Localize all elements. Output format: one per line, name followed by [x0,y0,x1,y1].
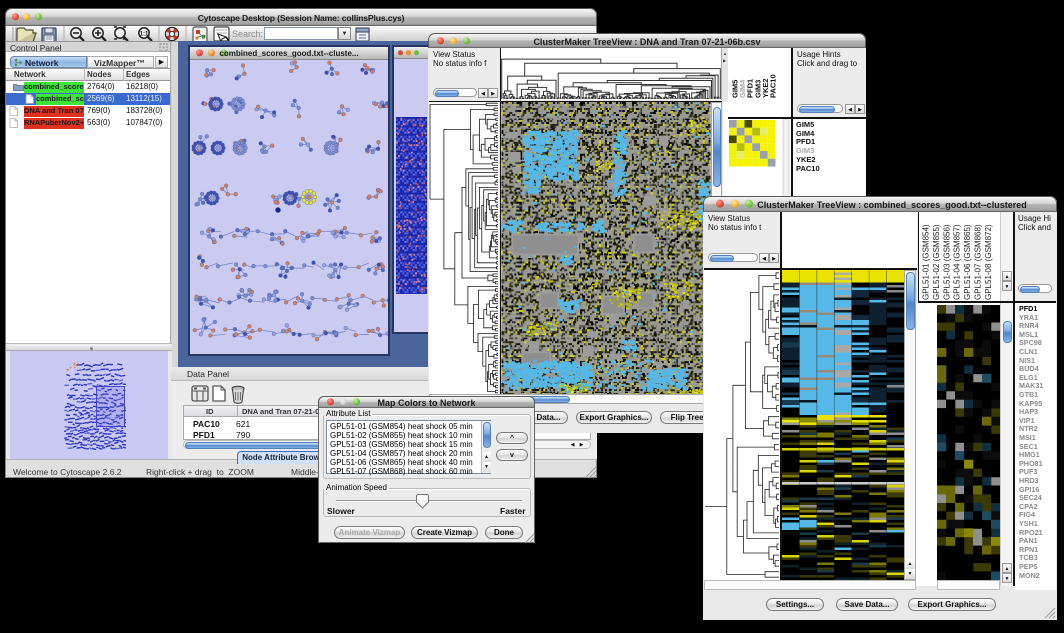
svg-text:GPL51-03 (GSM856): GPL51-03 (GSM856) [942,224,951,300]
svg-text:1:1: 1:1 [140,32,149,38]
svg-text:GPL51-08 (GSM872): GPL51-08 (GSM872) [984,224,993,300]
svg-text:PAC10: PAC10 [769,74,778,98]
svg-text:GPL51-06 (GSM865): GPL51-06 (GSM865) [963,224,972,300]
svg-text:GPL51-04 (GSM857): GPL51-04 (GSM857) [953,224,962,300]
svg-text:GPL51-07 (GSM868): GPL51-07 (GSM868) [974,224,983,300]
svg-text:GPL51-01 (GSM854): GPL51-01 (GSM854) [922,224,931,300]
svg-text:GPL51-02 (GSM855): GPL51-02 (GSM855) [932,224,941,300]
